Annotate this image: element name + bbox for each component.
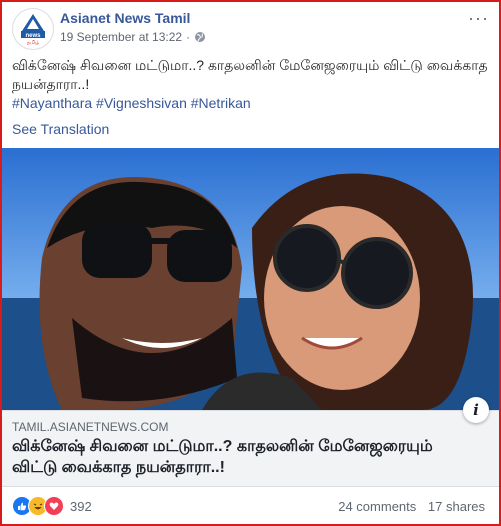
info-icon[interactable]: i xyxy=(463,397,489,423)
post-meta: 19 September at 13:22 · xyxy=(60,30,206,44)
link-preview[interactable]: i TAMIL.ASIANETNEWS.COM விக்னேஷ் சிவனை ம… xyxy=(2,397,499,487)
logo-sub-text: தமிழ் xyxy=(27,40,39,46)
post-timestamp[interactable]: 19 September at 13:22 xyxy=(60,30,182,44)
post-header: news தமிழ் Asianet News Tamil 19 Septemb… xyxy=(10,8,491,50)
couple-photo xyxy=(2,148,499,410)
post-stats: 24 comments 17 shares xyxy=(330,499,485,514)
link-headline[interactable]: விக்னேஷ் சிவனை மட்டுமா..? காதலனின் மேனேஜ… xyxy=(12,436,469,478)
post-card: news தமிழ் Asianet News Tamil 19 Septemb… xyxy=(0,0,501,526)
reactions-summary[interactable] xyxy=(12,496,64,516)
meta-separator: · xyxy=(186,30,191,44)
asianet-logo-icon: news தமிழ் xyxy=(14,10,52,48)
see-translation-link[interactable]: See Translation xyxy=(12,121,109,137)
page-avatar[interactable]: news தமிழ் xyxy=(12,8,54,50)
comments-count-link[interactable]: 24 comments xyxy=(338,499,416,514)
reaction-count[interactable]: 392 xyxy=(70,499,92,514)
logo-brand-text: news xyxy=(25,33,41,39)
love-reaction-icon xyxy=(44,496,64,516)
link-domain: TAMIL.ASIANETNEWS.COM xyxy=(12,420,169,434)
page-name-link[interactable]: Asianet News Tamil xyxy=(60,10,190,26)
post-hashtags[interactable]: #Nayanthara #Vigneshsivan #Netrikan xyxy=(12,95,251,111)
post-text: விக்னேஷ் சிவனை மட்டுமா..? காதலனின் மேனேஜ… xyxy=(12,57,488,92)
globe-icon[interactable] xyxy=(194,31,206,43)
shares-count-link[interactable]: 17 shares xyxy=(428,499,485,514)
post-footer: 392 24 comments 17 shares xyxy=(12,494,489,518)
more-options-button[interactable]: ··· xyxy=(468,8,489,29)
link-preview-image[interactable] xyxy=(2,148,499,410)
